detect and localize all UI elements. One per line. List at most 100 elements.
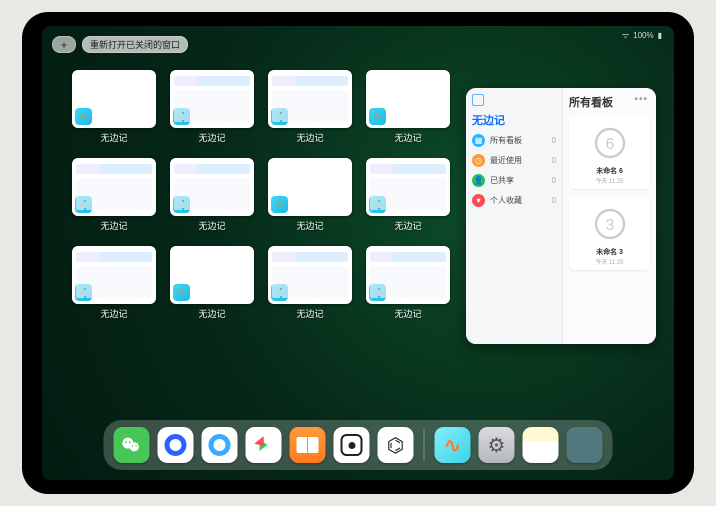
menu-item-count: 0: [552, 156, 556, 165]
sidebar-menu-item[interactable]: ▦ 所有看板 0: [472, 134, 556, 147]
settings-icon[interactable]: ⚙: [479, 427, 515, 463]
freeform-app-badge-icon: ∿: [173, 284, 190, 301]
notes-icon[interactable]: [523, 427, 559, 463]
window-thumbnail[interactable]: ∿: [170, 158, 254, 216]
window-card[interactable]: ∿ 无边记: [366, 246, 450, 326]
books-icon[interactable]: [290, 427, 326, 463]
freeform-app-badge-icon: ∿: [271, 284, 288, 301]
board-date: 今天 11:25: [595, 176, 623, 185]
freeform-app-badge-icon: ∿: [369, 196, 386, 213]
window-card[interactable]: ∿ 无边记: [268, 246, 352, 326]
window-card[interactable]: ∿无边记: [366, 158, 450, 238]
sidebar-toggle-icon[interactable]: [472, 94, 484, 106]
qqbrowser-icon[interactable]: [158, 427, 194, 463]
menu-item-label: 所有看板: [490, 135, 522, 146]
freeform-app-badge-icon: ∿: [75, 196, 92, 213]
menu-item-count: 0: [552, 196, 556, 205]
screen: ᯤ 100% ▮ + 重新打开已关闭的窗口 ∿无边记∿无边记∿无边记∿无边记∿无…: [42, 26, 674, 480]
window-thumbnail[interactable]: ∿: [72, 158, 156, 216]
wechat-icon[interactable]: [114, 427, 150, 463]
panel-sidebar: 无边记 ▦ 所有看板 0 ◷ 最近使用 0 👤 已共享 0 ♥ 个人收藏 0: [466, 88, 562, 344]
window-label: 无边记: [198, 307, 225, 320]
window-thumbnail[interactable]: ∿: [170, 70, 254, 128]
window-thumbnail[interactable]: ∿: [72, 246, 156, 304]
window-label: 无边记: [100, 219, 127, 232]
ipad-frame: ᯤ 100% ▮ + 重新打开已关闭的窗口 ∿无边记∿无边记∿无边记∿无边记∿无…: [22, 12, 694, 494]
window-card[interactable]: ∿ 无边记: [268, 158, 352, 238]
status-bar: ᯤ 100% ▮: [622, 30, 662, 41]
clock-icon: ◷: [472, 154, 485, 167]
svg-text:6: 6: [605, 136, 614, 153]
window-thumbnail[interactable]: ∿: [268, 246, 352, 304]
appgroup-icon[interactable]: [567, 427, 603, 463]
window-thumbnail[interactable]: ∿: [268, 158, 352, 216]
window-label: 无边记: [198, 219, 225, 232]
dice-icon[interactable]: [334, 427, 370, 463]
freeform-side-panel: ••• 无边记 ▦ 所有看板 0 ◷ 最近使用 0 👤 已共享 0 ♥ 个人收藏 0 所有看板 6 未命…: [466, 88, 656, 344]
window-thumbnail[interactable]: ∿: [366, 246, 450, 304]
freeform-app-badge-icon: ∿: [369, 284, 386, 301]
window-label: 无边记: [198, 131, 225, 144]
freeform-app-badge-icon: ∿: [75, 108, 92, 125]
board-name: 未命名 3: [596, 247, 623, 257]
board-thumbnail: 3: [579, 201, 641, 247]
sidebar-menu-item[interactable]: ◷ 最近使用 0: [472, 154, 556, 167]
window-label: 无边记: [296, 219, 323, 232]
window-thumbnail[interactable]: ∿: [170, 246, 254, 304]
board-card[interactable]: 3 未命名 3今天 11:25: [569, 197, 650, 270]
window-card[interactable]: ∿ 无边记: [366, 70, 450, 150]
window-label: 无边记: [296, 307, 323, 320]
battery-icon: ▮: [658, 31, 662, 40]
window-card[interactable]: ∿ 无边记: [72, 70, 156, 150]
quark-icon[interactable]: [202, 427, 238, 463]
window-label: 无边记: [296, 131, 323, 144]
menu-item-label: 已共享: [490, 175, 514, 186]
window-card[interactable]: ∿ 无边记: [170, 70, 254, 150]
window-label: 无边记: [100, 131, 127, 144]
board-date: 今天 11:25: [595, 257, 623, 266]
menu-item-label: 最近使用: [490, 155, 522, 166]
new-window-button[interactable]: +: [52, 36, 76, 53]
freeform-icon[interactable]: ∿: [435, 427, 471, 463]
dock-separator: [424, 429, 425, 461]
windows-grid: ∿ 无边记 ∿ 无边记 ∿ 无边记 ∿ 无边记 ∿ 无边记 ∿ 无边记 ∿ 无边记 ∿ 无边记 ∿ 无边记 ∿ 无边记…: [72, 70, 457, 326]
window-thumbnail[interactable]: ∿: [72, 70, 156, 128]
dock: ⌬ ∿ ⚙: [104, 420, 613, 470]
window-card[interactable]: ∿ 无边记: [72, 246, 156, 326]
window-label: 无边记: [394, 131, 421, 144]
window-label: 无边记: [100, 307, 127, 320]
hex-icon[interactable]: ⌬: [378, 427, 414, 463]
play-icon[interactable]: [246, 427, 282, 463]
reopen-closed-window-button[interactable]: 重新打开已关闭的窗口: [82, 36, 188, 53]
sidebar-menu-item[interactable]: 👤 已共享 0: [472, 174, 556, 187]
menu-item-label: 个人收藏: [490, 195, 522, 206]
menu-item-count: 0: [552, 176, 556, 185]
window-thumbnail[interactable]: ∿: [366, 70, 450, 128]
freeform-app-badge-icon: ∿: [369, 108, 386, 125]
svg-text:3: 3: [605, 217, 614, 234]
freeform-app-badge-icon: ∿: [75, 284, 92, 301]
sidebar-menu-item[interactable]: ♥ 个人收藏 0: [472, 194, 556, 207]
panel-more-button[interactable]: •••: [634, 94, 648, 105]
board-name: 未命名 6: [596, 166, 623, 176]
window-card[interactable]: ∿ 无边记: [72, 158, 156, 238]
window-label: 无边记: [394, 307, 421, 320]
window-card[interactable]: ∿ 无边记: [170, 246, 254, 326]
freeform-app-badge-icon: ∿: [271, 196, 288, 213]
heart-icon: ♥: [472, 194, 485, 207]
window-card[interactable]: ∿ 无边记: [268, 70, 352, 150]
battery-label: 100%: [633, 31, 653, 40]
window-thumbnail[interactable]: ∿: [268, 70, 352, 128]
freeform-app-badge-icon: ∿: [173, 108, 190, 125]
panel-left-title: 无边记: [472, 112, 556, 128]
panel-content: 所有看板 6未命名 6今天 11:253未命名 3今天 11:25: [562, 88, 656, 344]
wifi-icon: ᯤ: [622, 30, 629, 41]
board-card[interactable]: 6 未命名 6今天 11:25: [569, 116, 650, 189]
grid-icon: ▦: [472, 134, 485, 147]
freeform-app-badge-icon: ∿: [173, 196, 190, 213]
top-controls: + 重新打开已关闭的窗口: [52, 36, 188, 53]
window-thumbnail[interactable]: ∿: [366, 158, 450, 216]
user-icon: 👤: [472, 174, 485, 187]
window-card[interactable]: ∿ 无边记: [170, 158, 254, 238]
menu-item-count: 0: [552, 136, 556, 145]
